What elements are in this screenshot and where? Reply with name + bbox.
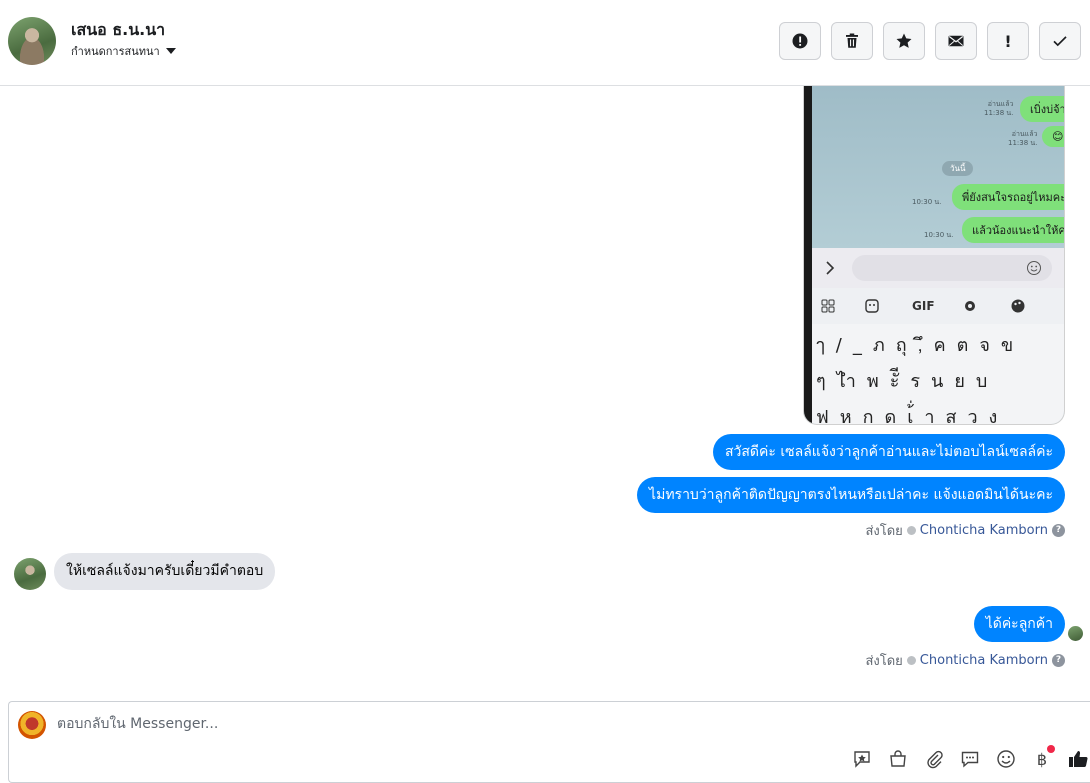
assign-conversation-dropdown[interactable]: กำหนดการสนทนา [71, 42, 176, 60]
quick-reply-button[interactable] [959, 748, 981, 770]
alert-circle-icon [792, 33, 808, 49]
thumbs-up-icon [1069, 751, 1088, 768]
saved-reply-icon [854, 751, 870, 768]
help-icon[interactable]: ? [1052, 654, 1065, 667]
conversation-view: เสนอ ธ.น.นา กำหนดการสนทนา ! อ่านแล้ว 11:… [0, 0, 1090, 783]
sticker-icon [865, 299, 879, 313]
line-bubble-1: เบิ่งบ่จ้า [1020, 96, 1064, 122]
line-time-1: อ่านแล้ว 11:38 น. [984, 100, 1014, 117]
chat-bubble-icon [961, 751, 979, 768]
saved-reply-button[interactable] [851, 748, 873, 770]
reply-input[interactable] [57, 714, 957, 734]
agent-name[interactable]: Chonticha Kamborn [920, 523, 1048, 538]
sent-by-info: ส่งโดย Chonticha Kamborn ? [865, 520, 1065, 541]
page-avatar [18, 711, 46, 739]
conversation-header: เสนอ ธ.น.นา กำหนดการสนทนา ! [0, 0, 1090, 86]
chevron-right-icon [826, 261, 835, 275]
assign-conversation-label: กำหนดการสนทนา [71, 45, 160, 58]
baht-icon: ฿ [1036, 749, 1048, 769]
line-bubble-3: พี่ยังสนใจรถอยู่ไหมคะ [952, 184, 1064, 210]
outgoing-message[interactable]: สวัสดีค่ะ เซลล์แจ้งว่าลูกค้าอ่านและไม่ตอ… [712, 434, 1065, 470]
attachment-icon [927, 750, 943, 769]
envelope-icon [948, 35, 964, 47]
shop-bag-icon [890, 750, 906, 767]
reply-composer: ฿ [8, 701, 1090, 783]
line-input-bar [812, 248, 1064, 288]
gif-icon: GIF [912, 299, 935, 313]
header-actions: ! [779, 22, 1081, 60]
agent-name[interactable]: Chonticha Kamborn [920, 653, 1048, 668]
star-button[interactable] [883, 22, 925, 60]
caret-down-icon [165, 48, 176, 54]
sent-by-label: ส่งโดย [865, 654, 903, 669]
keyboard-row-2: ๆไำพะัีรนยบ [816, 371, 999, 392]
outgoing-message[interactable]: ได้ค่ะลูกค้า [973, 606, 1065, 642]
line-time-4: 10:30 น. [924, 231, 954, 239]
contact-name[interactable]: เสนอ ธ.น.นา [71, 18, 165, 43]
contact-avatar[interactable] [8, 17, 56, 65]
emoji-button[interactable] [995, 748, 1017, 770]
palette-icon [1011, 299, 1025, 313]
payment-button[interactable]: ฿ [1031, 745, 1055, 770]
help-icon[interactable]: ? [1052, 524, 1065, 537]
line-time-3: 10:30 น. [912, 198, 942, 206]
line-bubble-2: 😊 [1042, 126, 1064, 147]
notification-dot [1047, 745, 1055, 753]
exclamation-icon: ! [1004, 31, 1012, 51]
report-spam-button[interactable] [779, 22, 821, 60]
emoji-icon [997, 750, 1015, 768]
like-button[interactable] [1067, 748, 1089, 770]
line-text-field [852, 255, 1052, 281]
shop-button[interactable] [887, 748, 909, 770]
trash-icon [846, 33, 858, 48]
verified-icon [906, 656, 916, 665]
seen-indicator-avatar [1068, 626, 1083, 641]
follow-up-button[interactable]: ! [987, 22, 1029, 60]
phone-frame [804, 86, 812, 424]
line-today-label: วันนี้ [942, 161, 974, 176]
composer-toolbar: ฿ [851, 745, 1089, 770]
gear-icon [965, 301, 975, 311]
delete-button[interactable] [831, 22, 873, 60]
line-time-2: อ่านแล้ว 11:38 น. [1008, 130, 1038, 147]
sent-by-label: ส่งโดย [865, 524, 903, 539]
apps-grid-icon [821, 299, 835, 313]
attach-button[interactable] [923, 748, 945, 770]
keyboard-row-1: ๅ/_ภถุ,ึคตจข [816, 335, 1025, 356]
mark-done-button[interactable] [1039, 22, 1081, 60]
checkmark-icon [1053, 36, 1067, 47]
incoming-message[interactable]: ให้เซลล์แจ้งมาครับเดี๋ยวมีคำตอบ [54, 553, 276, 590]
line-bubble-4: แล้วน้องแนะนำให้คะ [962, 217, 1064, 243]
thai-keyboard: ๅ/_ภถุ,ึคตจข ๆไำพะัีรนยบ ฟหกดเ้่าสวง [812, 324, 1064, 425]
sent-by-info: ส่งโดย Chonticha Kamborn ? [865, 650, 1065, 671]
contact-avatar-small[interactable] [14, 558, 46, 590]
line-chat-area: อ่านแล้ว 11:38 น. เบิ่งบ่จ้า อ่านแล้ว 11… [812, 86, 1064, 248]
emoji-icon [1027, 261, 1041, 275]
keyboard-row-3: ฟหกดเ้่าสวง [816, 407, 1009, 425]
verified-icon [906, 526, 916, 535]
attached-screenshot-image[interactable]: อ่านแล้ว 11:38 น. เบิ่งบ่จ้า อ่านแล้ว 11… [803, 86, 1065, 425]
outgoing-message[interactable]: ไม่ทราบว่าลูกค้าติดปัญญาตรงไหนหรือเปล่าค… [637, 477, 1065, 513]
mark-unread-button[interactable] [935, 22, 977, 60]
keyboard-toolbar: GIF [812, 288, 1064, 324]
star-icon [896, 33, 912, 48]
